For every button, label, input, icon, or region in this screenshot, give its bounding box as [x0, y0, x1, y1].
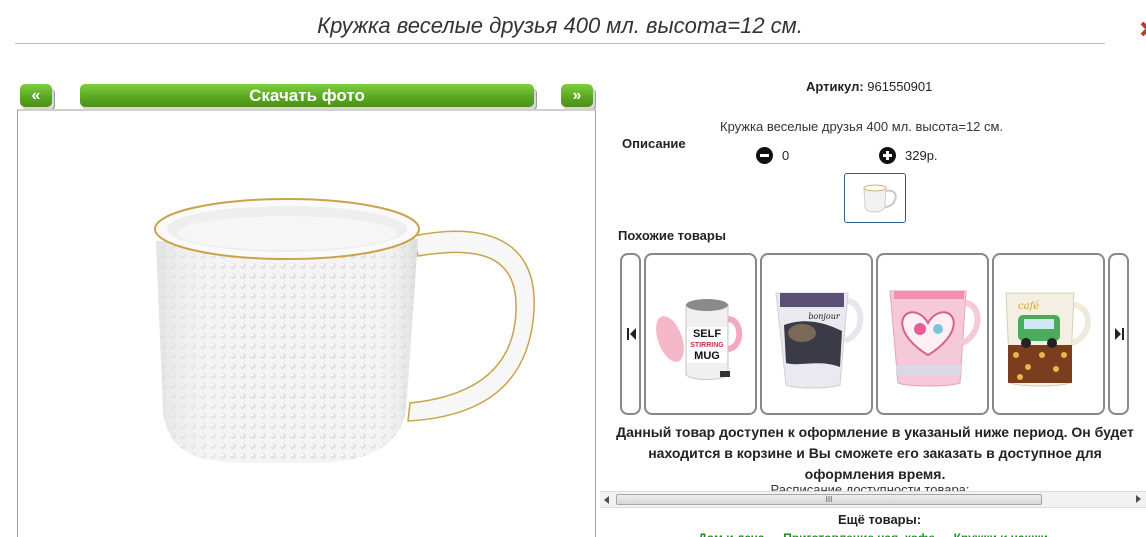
price-value: 329р. [905, 147, 938, 163]
availability-notice: Данный товар доступен к оформление в ука… [616, 424, 1134, 482]
price-control: 329р. [879, 146, 938, 164]
article-label: Артикул: [806, 79, 864, 94]
similar-item-self-stirring-mug[interactable]: SELF STIRRING MUG [644, 253, 757, 415]
plus-icon[interactable] [879, 146, 896, 164]
mug-label-line: SELF [693, 328, 721, 340]
prev-photo-button[interactable]: « [20, 84, 52, 107]
scroll-left-icon[interactable] [604, 496, 609, 504]
page-title: Кружка веселые друзья 400 мл. высота=12 … [15, 12, 1105, 44]
category-breadcrumb-links[interactable]: Дом и дача → Приготовление чая, кофе → К… [600, 530, 1146, 537]
horizontal-scrollbar[interactable]: III [600, 491, 1146, 508]
skip-back-icon [627, 328, 636, 340]
close-icon[interactable] [1136, 14, 1146, 44]
mug-label-line: bonjour [808, 312, 841, 321]
mug-label-line: MUG [694, 350, 720, 362]
quantity-value: 0 [782, 147, 790, 163]
self-stirring-mug-image: SELF STIRRING MUG [656, 299, 743, 380]
similar-item-pink-heart-mug[interactable] [876, 253, 989, 415]
more-products-title: Ещё товары: [838, 512, 922, 527]
availability-schedule-label: Расписание доступности товара: [770, 482, 970, 491]
download-photo-button[interactable]: Скачать фото [80, 84, 534, 107]
mug-image [154, 198, 535, 463]
mug-thumbnail-image [863, 184, 897, 213]
similar-item-bonjour-mug[interactable]: bonjour [760, 253, 873, 415]
similar-products-title: Похожие товары [618, 228, 726, 243]
mug-label-line: café [1018, 301, 1039, 312]
quantity-control: 0 [756, 146, 789, 164]
description-text: Кружка веселые друзья 400 мл. высота=12 … [720, 119, 1004, 134]
bonjour-mug-image: bonjour [775, 292, 864, 389]
article-line: Артикул: 961550901 [806, 79, 932, 94]
similar-item-retro-car-mug[interactable]: café [992, 253, 1105, 415]
retro-car-mug-image: café [1005, 292, 1091, 387]
description-label: Описание [622, 136, 686, 151]
next-photo-button[interactable]: » [561, 84, 593, 107]
minus-icon[interactable] [756, 146, 773, 164]
scrollbar-thumb[interactable]: III [616, 494, 1042, 505]
mug-label-line: STIRRING [690, 342, 724, 349]
photo-thumbnail[interactable] [844, 173, 906, 223]
carousel-prev-button[interactable] [620, 253, 641, 415]
pink-heart-mug-image [889, 290, 981, 387]
product-photo [17, 109, 596, 537]
scroll-right-icon[interactable] [1136, 495, 1141, 503]
article-value: 961550901 [867, 79, 933, 94]
carousel-next-button[interactable] [1108, 253, 1129, 415]
skip-forward-icon [1115, 328, 1124, 340]
